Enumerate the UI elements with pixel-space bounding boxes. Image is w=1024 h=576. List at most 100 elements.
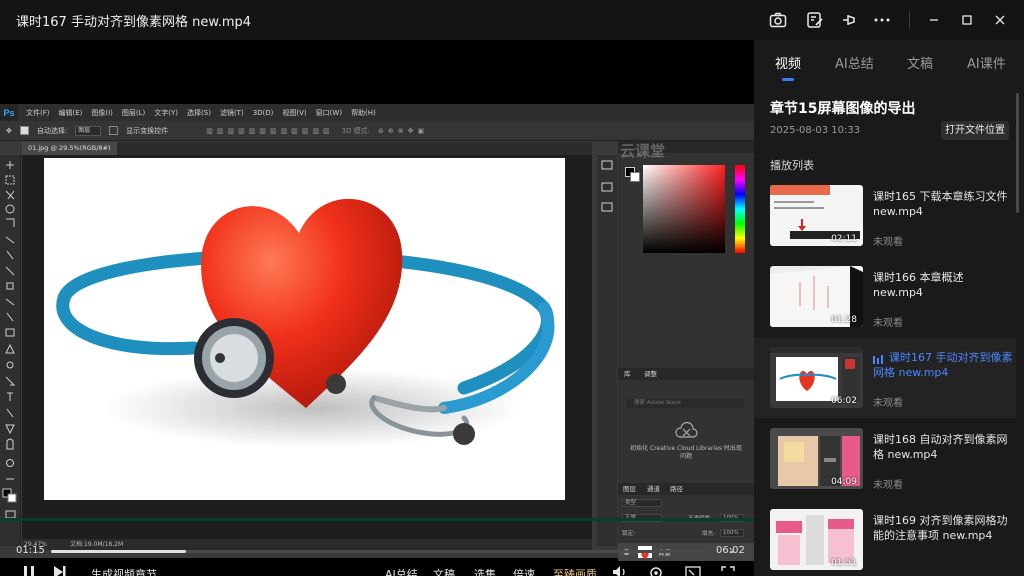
generate-chapters-button[interactable]: 生成视频章节 (91, 566, 157, 576)
ps-tool-icons (2, 161, 17, 519)
now-playing-icon (873, 353, 883, 368)
transcript-button[interactable]: 文稿 (433, 566, 455, 576)
playlist-item[interactable]: 01:51 课时169 对齐到像素网格功能的注意事项 new.mp4 (754, 509, 1016, 576)
more-icon[interactable] (871, 10, 893, 30)
ps-menu-item: 图像(I) (91, 108, 113, 117)
item-title: 课时168 自动对齐到像素网格 new.mp4 (873, 433, 1008, 461)
window-title: 课时167 手动对齐到像素网格 new.mp4 (16, 15, 252, 30)
playlist-label: 播放列表 (770, 159, 814, 172)
select-episode-button[interactable]: 选集 (474, 566, 496, 576)
ps-right-panels: 库 调整 搜索 Adobe Stock 初始化 Creative Cloud L… (618, 141, 754, 561)
item-duration: 01:51 (831, 558, 857, 568)
item-thumbnail: 02:11 (770, 185, 863, 246)
ps-tab-channels: 通道 (647, 485, 660, 493)
duration-time: 06:02 (716, 545, 745, 556)
ps-lock-label: 锁定: (622, 531, 635, 537)
ps-fill-label: 填充: (702, 531, 715, 537)
ps-menubar: Ps 文件(F) 编辑(E) 图像(I) 图层(L) 文字(Y) 选择(S) 滤… (0, 104, 754, 121)
current-time: 01:15 (16, 545, 45, 556)
ps-doc-size: 文档:19.0M/18.2M (70, 541, 124, 548)
minimize-icon[interactable] (923, 10, 945, 30)
tab-video[interactable]: 视频 (775, 53, 801, 72)
ps-menu-item: 文件(F) (26, 108, 50, 117)
ps-tab-layers: 图层 (623, 485, 636, 493)
tab-ai-summary[interactable]: AI总结 (835, 53, 874, 72)
tab-transcript[interactable]: 文稿 (907, 53, 933, 72)
item-duration: 02:11 (831, 234, 857, 244)
ps-tab-adjust: 调整 (644, 370, 657, 378)
ps-menu-item: 选择(S) (187, 108, 211, 117)
playlist-item-current[interactable]: 06:02 课时167 手动对齐到像素网格 new.mp4 未观看 (754, 338, 1016, 418)
item-thumbnail: 01:51 (770, 509, 863, 570)
ps-menu-item: 文字(Y) (154, 108, 179, 117)
seek-progress (51, 550, 187, 553)
playlist-item[interactable]: 01:28 课时166 本章概述 new.mp4 未观看 (754, 266, 1016, 342)
speed-button[interactable]: 倍速 (513, 566, 535, 576)
open-file-location-button[interactable]: 打开文件位置 (941, 121, 1009, 140)
ps-options-bar: ✥ 自动选择: 图层 显示变换控件 ▥▥▥▥▥▥▥▥▥▥▥▥ 3D 模式: ⊛⊕… (0, 121, 754, 141)
volume-icon[interactable] (612, 566, 628, 576)
checkbox-icon (109, 126, 119, 135)
video-player[interactable]: Ps 文件(F) 编辑(E) 图像(I) 图层(L) 文字(Y) 选择(S) 滤… (0, 40, 754, 576)
item-status: 未观看 (873, 398, 903, 409)
ps-color-picker (643, 165, 725, 253)
ps-menu-item: 帮助(H) (351, 108, 376, 117)
item-thumbnail: 04:09 (770, 428, 863, 489)
mode-3d-label: 3D 模式: (341, 126, 371, 135)
ps-hue-slider (735, 165, 745, 253)
pause-icon[interactable] (22, 566, 36, 576)
cloud-error-icon (675, 421, 698, 438)
side-panel: 视频 AI总结 文稿 AI课件 章节15屏幕图像的导出 2025-08-03 1… (754, 40, 1024, 576)
seek-bar[interactable] (51, 550, 705, 553)
layer-select-box: 图层 (75, 125, 102, 136)
title-divider (909, 11, 910, 29)
camera-icon[interactable] (767, 10, 789, 30)
ps-menu-item: 视图(V) (282, 108, 307, 117)
pip-icon[interactable] (685, 566, 701, 576)
ps-status-bar: 29.47% 文档:19.0M/18.2M (22, 539, 592, 550)
tab-ai-courseware[interactable]: AI课件 (967, 53, 1006, 72)
checkbox-icon (19, 126, 29, 135)
item-status: 未观看 (873, 318, 903, 329)
next-icon[interactable] (53, 566, 67, 576)
ps-layer-kind: 类型 (622, 499, 662, 507)
ps-logo: Ps (0, 104, 18, 121)
chapter-date: 2025-08-03 10:33 (770, 125, 861, 136)
item-status: 未观看 (873, 237, 903, 248)
pin-icon[interactable] (838, 10, 860, 30)
item-duration: 01:28 (831, 315, 857, 325)
settings-icon[interactable] (649, 566, 663, 576)
ps-panel-strip (597, 155, 617, 546)
player-controls: 生成视频章节 AI总结 文稿 选集 倍速 至臻画质 (0, 566, 754, 576)
ps-layer-tabs: 图层 通道 路径 (618, 483, 754, 495)
ps-tabbar: 01.jpg @ 29.5%(RGB/8#) (22, 142, 592, 155)
ps-canvas-image (44, 158, 565, 500)
side-scrollbar[interactable] (1016, 93, 1019, 213)
playlist-item[interactable]: 04:09 课时168 自动对齐到像素网格 new.mp4 未观看 (754, 428, 1016, 504)
ps-library-tabs: 库 调整 (618, 368, 754, 380)
chapter-title: 章节15屏幕图像的导出 (770, 101, 916, 117)
heart-stethoscope-image (56, 198, 555, 448)
maximize-icon[interactable] (956, 10, 978, 30)
align-icons: ▥▥▥▥▥▥▥▥▥▥▥▥ (206, 126, 334, 135)
ps-library-message: 初始化 Creative Cloud Libraries 时出现问题 (630, 445, 742, 460)
item-thumbnail: 01:28 (770, 266, 863, 327)
auto-select-label: 自动选择: (36, 126, 68, 135)
ps-menu-item: 滤镜(T) (219, 108, 244, 117)
move-tool-icon: ✥ (6, 126, 12, 135)
ps-menu-item: 3D(D) (252, 108, 274, 117)
edit-note-icon[interactable] (804, 10, 826, 30)
ai-summary-button[interactable]: AI总结 (385, 566, 418, 576)
playlist-item[interactable]: 02:11 课时165 下载本章练习文件 new.mp4 未观看 (754, 185, 1016, 261)
item-duration: 06:02 (831, 396, 857, 406)
item-title: 课时166 本章概述 new.mp4 (873, 271, 964, 299)
close-icon[interactable] (989, 10, 1011, 30)
item-status: 未观看 (873, 480, 903, 491)
item-thumbnail: 06:02 (770, 347, 863, 408)
ps-menu-item: 编辑(E) (58, 108, 83, 117)
quality-button[interactable]: 至臻画质 (553, 566, 597, 576)
ps-menu-item: 图层(L) (121, 108, 146, 117)
item-title: 课时167 手动对齐到像素网格 new.mp4 (873, 350, 1013, 380)
fullscreen-icon[interactable] (721, 566, 735, 576)
item-duration: 04:09 (831, 477, 857, 487)
